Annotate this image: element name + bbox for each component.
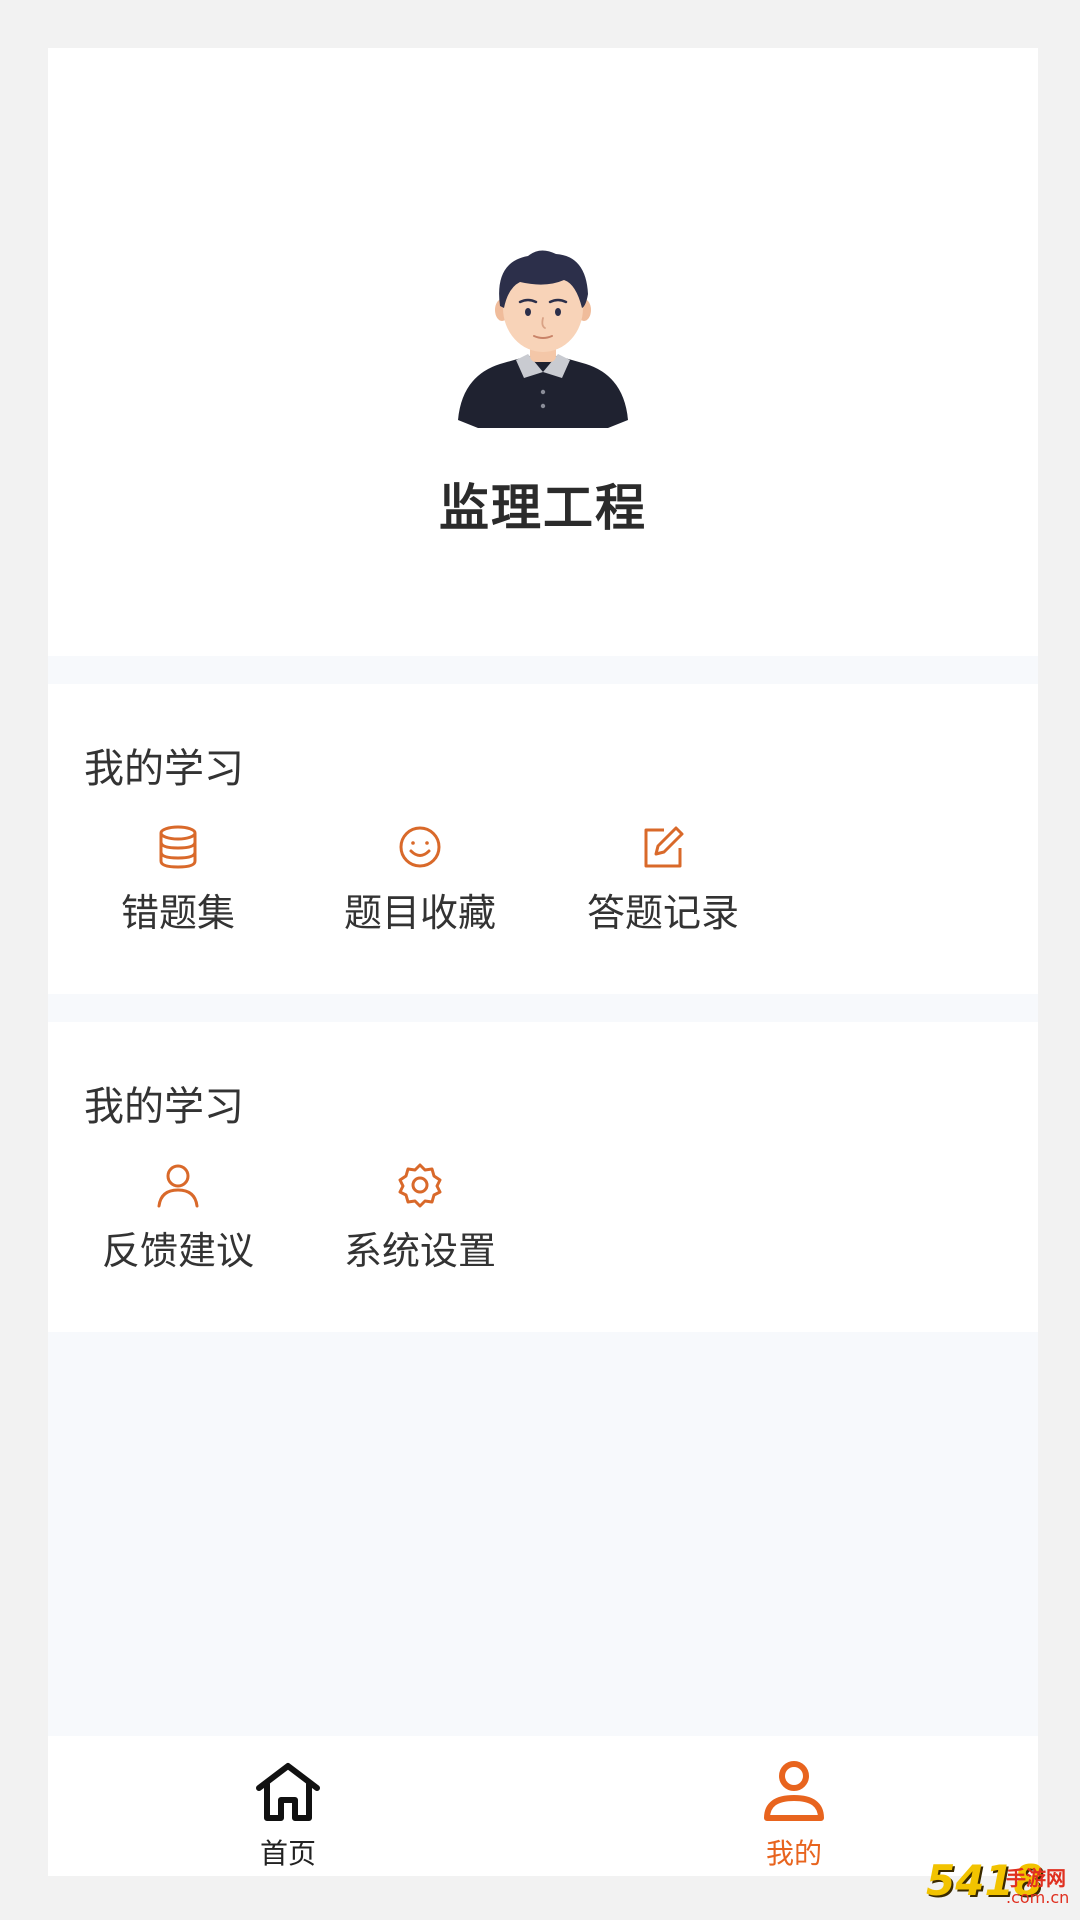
- tab-mine-label: 我的: [765, 1837, 822, 1870]
- wrong-questions-button[interactable]: 错题集: [88, 824, 268, 944]
- feedback-label: 反馈建议: [101, 1229, 254, 1273]
- feedback-button[interactable]: 反馈建议: [88, 1162, 268, 1282]
- tab-home[interactable]: 首页: [188, 1736, 388, 1876]
- avatar[interactable]: [458, 248, 628, 428]
- system-settings-label: 系统设置: [343, 1229, 496, 1273]
- edit-icon: [644, 826, 684, 868]
- user-icon: [764, 1761, 824, 1821]
- tab-home-label: 首页: [259, 1837, 316, 1870]
- section-title: 我的学习: [84, 746, 244, 792]
- smile-icon: [399, 826, 441, 868]
- watermark-logo: 5418 手游网 .com.cn: [926, 1856, 1076, 1916]
- tab-mine[interactable]: 我的: [694, 1736, 894, 1876]
- favorites-button[interactable]: 题目收藏: [330, 824, 510, 944]
- answer-records-button[interactable]: 答题记录: [573, 824, 753, 944]
- system-settings-button[interactable]: 系统设置: [330, 1162, 510, 1282]
- watermark-domain: .com.cn: [1006, 1888, 1070, 1907]
- section-title: 我的学习: [84, 1084, 244, 1130]
- answer-records-label: 答题记录: [586, 891, 739, 935]
- bottom-tab-bar: 首页 我的: [48, 1736, 1038, 1876]
- gear-icon: [398, 1163, 442, 1208]
- favorites-label: 题目收藏: [343, 891, 496, 935]
- study-section: 我的学习 错题集 题目收藏 答题记录: [48, 684, 1038, 994]
- user-icon: [157, 1164, 199, 1208]
- database-icon: [159, 825, 197, 869]
- home-icon: [256, 1763, 320, 1821]
- wrong-questions-label: 错题集: [120, 891, 235, 935]
- app-screen: 监理工程 我的学习 错题集 题目收藏 答题记录 我的学习 反馈建议 系统设置 首…: [48, 48, 1038, 1876]
- settings-section: 我的学习 反馈建议 系统设置: [48, 1022, 1038, 1332]
- watermark-sub: 手游网: [1006, 1866, 1066, 1890]
- profile-card: 监理工程: [48, 48, 1038, 656]
- profile-name: 监理工程: [439, 479, 647, 537]
